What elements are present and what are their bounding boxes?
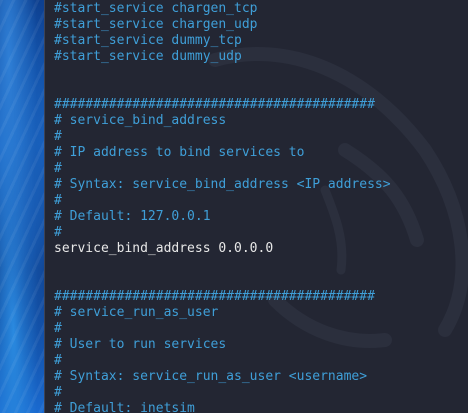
comment-line: ########################################… [54,97,375,112]
comment-line: # Syntax: service_bind_address <IP addre… [54,177,391,192]
comment-line: # User to run services [54,337,227,352]
comment-line: # Default: 127.0.0.1 [54,209,211,224]
comment-line: #start_service dummy_tcp [54,33,242,48]
comment-line: #start_service dummy_udp [54,49,242,64]
comment-line: # Default: inetsim [54,401,195,413]
config-line: service_bind_address 0.0.0.0 [54,241,274,256]
comment-line: # [54,225,62,240]
comment-line: # [54,353,62,368]
comment-line: # [54,161,62,176]
comment-line: # [54,385,62,400]
comment-line: # Syntax: service_run_as_user <username> [54,369,368,384]
comment-line: # [54,193,62,208]
editor-content[interactable]: #start_service chargen_tcp #start_service… [54,1,391,413]
desktop-wallpaper [0,0,45,413]
terminal-window[interactable]: #start_service chargen_tcp #start_service… [45,0,468,413]
comment-line: # IP address to bind services to [54,145,305,160]
comment-line: # service_bind_address [54,113,227,128]
comment-line: ########################################… [54,289,375,304]
screen: #start_service chargen_tcp #start_service… [0,0,468,413]
comment-line: # [54,321,62,336]
comment-line: # [54,129,62,144]
comment-line: # service_run_as_user [54,305,219,320]
comment-line: #start_service chargen_udp [54,17,258,32]
comment-line: #start_service chargen_tcp [54,1,258,16]
